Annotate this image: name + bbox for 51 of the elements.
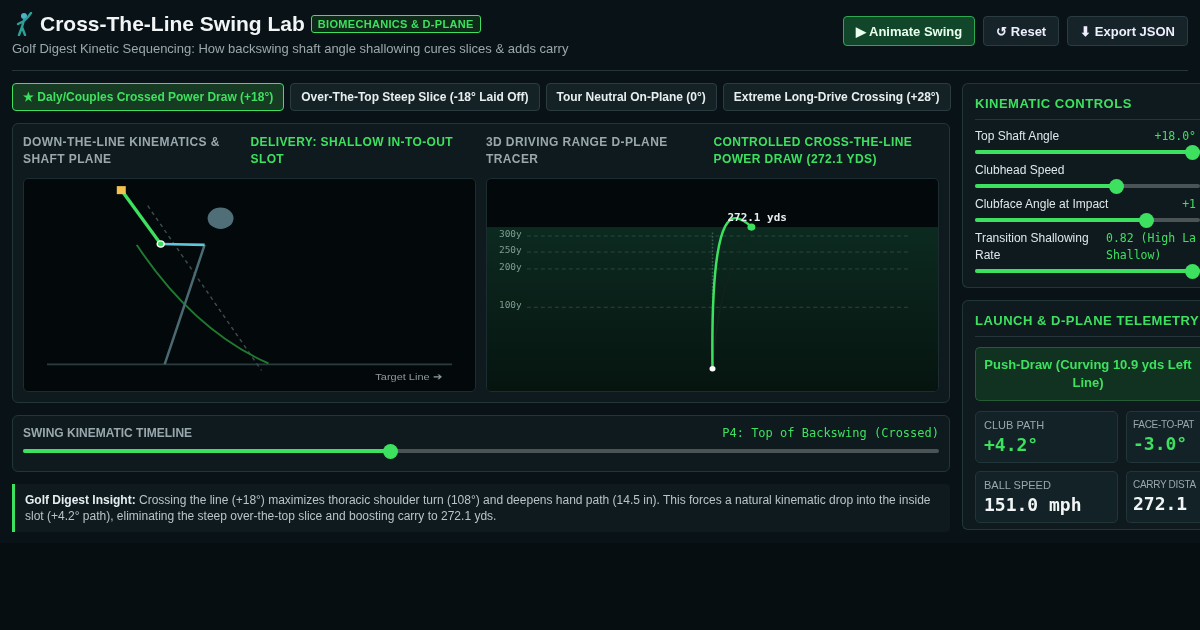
slider-thumb[interactable]	[1185, 264, 1200, 279]
category-badge: BIOMECHANICS & D-PLANE	[310, 15, 481, 33]
metric-label: FACE-TO-PAT	[1133, 419, 1196, 430]
metric-label: CARRY DISTA	[1133, 479, 1197, 490]
preset-tab[interactable]: Over-The-Top Steep Slice (-18° Laid Off)	[290, 83, 540, 111]
slider-thumb[interactable]	[1185, 145, 1200, 160]
metric-value: 272.1	[1133, 493, 1189, 514]
yard-label: 200y	[498, 262, 522, 272]
preset-tab[interactable]: Tour Neutral On-Plane (0°)	[545, 83, 717, 111]
slider-label: Clubface Angle at Impact	[975, 196, 1109, 213]
target-line-label: Target Line ➔	[375, 371, 442, 383]
metric-value: -3.0°	[1133, 433, 1189, 454]
panel-title: LAUNCH & D-PLANE TELEMETRY	[975, 313, 1200, 337]
animate-button[interactable]: ▶ Animate Swing	[842, 16, 976, 46]
phase-label: P4: Top of Backswing (Crossed)	[722, 426, 939, 440]
preset-tab[interactable]: ★ Daly/Couples Crossed Power Draw (+18°)	[12, 83, 285, 111]
yard-label: 300y	[498, 229, 522, 239]
slider[interactable]	[975, 179, 1200, 194]
slider-value: +18.0°	[1154, 128, 1197, 145]
metric-value: +4.2°	[984, 434, 1040, 455]
insight-text: Golf Digest Insight: Crossing the line (+18°) maximizes thoracic shoulder turn (108°) and deepens hand path (14.5 in). This forces a natural kinematic drop into the inside slot (+4.2° path), eliminating the steep over-the-top slice and boosting carry to 272.1 yds.	[12, 484, 950, 532]
metric-value: 151.0 mph	[984, 494, 1083, 515]
panel-title: KINEMATIC CONTROLS	[975, 96, 1200, 120]
app-title: Cross-The-Line Swing Lab	[40, 12, 305, 36]
shot-verdict: Push-Draw (Curving 10.9 yds Left Line)	[975, 347, 1200, 401]
slider[interactable]	[975, 213, 1200, 228]
subtitle: Golf Digest Kinetic Sequencing: How backswing shaft angle shallowing cures slices & adds carry	[12, 41, 569, 56]
slider-label: Clubhead Speed	[975, 162, 1065, 179]
yard-label: 100y	[498, 300, 522, 311]
status-label: CONTROLLED CROSS-THE-LINE POWER DRAW (272.1 YDS)	[713, 134, 914, 168]
slider[interactable]	[975, 145, 1200, 160]
preset-tab[interactable]: Extreme Long-Drive Crossing (+28°)	[722, 83, 951, 111]
slider-label: Top Shaft Angle	[975, 128, 1060, 145]
slider-thumb[interactable]	[1138, 213, 1154, 228]
metric-label: CLUB PATH	[984, 419, 1046, 431]
timeline-title: SWING KINEMATIC TIMELINE	[23, 426, 193, 440]
panel-title: 3D DRIVING RANGE D-PLANE TRACER	[486, 134, 669, 168]
toolbar-button[interactable]: ⬇ Export JSON	[1067, 16, 1188, 46]
slider-thumb[interactable]	[1109, 179, 1125, 194]
slider-label: Transition Shallowing Rate	[975, 230, 1089, 264]
carry-label: 272.1 yds	[727, 211, 787, 223]
panel-title: DOWN-THE-LINE KINEMATICS & SHAFT PLANE	[23, 134, 221, 168]
status-label: DELIVERY: SHALLOW IN-TO-OUT SLOT	[250, 134, 455, 168]
yard-label: 250y	[498, 245, 522, 255]
slider-value: 0.82 (High La Shallow)	[1106, 230, 1197, 264]
toolbar-button[interactable]: ↺ Reset	[983, 16, 1060, 46]
slider-thumb[interactable]	[383, 444, 399, 459]
slider-value: +1	[1182, 196, 1197, 213]
slider[interactable]	[23, 444, 939, 459]
slider[interactable]	[975, 264, 1200, 279]
metric-label: BALL SPEED	[984, 479, 1052, 491]
